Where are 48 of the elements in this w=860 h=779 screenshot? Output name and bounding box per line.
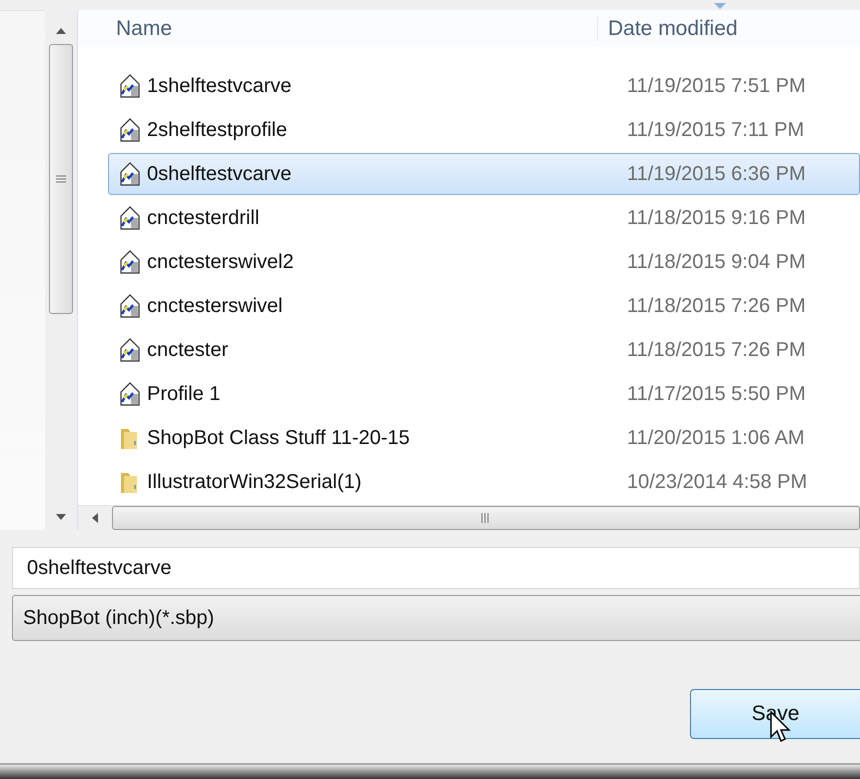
- file-name: 0shelftestvcarve: [147, 162, 292, 186]
- file-icon: [119, 382, 141, 406]
- file-row[interactable]: 1shelftestvcarve 11/19/2015 7:51 PM: [108, 65, 860, 107]
- file-row[interactable]: cnctester 11/18/2015 7:26 PM: [108, 329, 860, 371]
- date-modified: 11/19/2015 7:11 PM: [627, 118, 804, 142]
- date-modified: 11/18/2015 7:26 PM: [627, 294, 806, 318]
- file-row[interactable]: ShopBot Class Stuff 11-20-15 11/20/2015 1:06 AM: [108, 417, 860, 459]
- file-icon: [119, 206, 141, 230]
- file-row[interactable]: Profile 1 11/17/2015 5:50 PM: [108, 373, 860, 415]
- file-row[interactable]: cnctesterswivel2 11/18/2015 9:04 PM: [108, 241, 860, 283]
- date-modified: 11/18/2015 9:16 PM: [627, 206, 806, 230]
- file-row[interactable]: IllustratorWin32Serial(1) 10/23/2014 4:58 PM: [108, 461, 860, 503]
- scroll-up-icon[interactable]: [56, 28, 66, 34]
- file-icon: [119, 294, 141, 318]
- file-name: cnctesterswivel2: [147, 250, 294, 274]
- file-name: IllustratorWin32Serial(1): [147, 470, 362, 494]
- file-icon: [119, 74, 141, 98]
- file-icon: [119, 118, 141, 142]
- file-row[interactable]: 2shelftestprofile 11/19/2015 7:11 PM: [108, 109, 860, 151]
- date-modified: 11/17/2015 5:50 PM: [627, 382, 806, 406]
- file-icon: [119, 162, 141, 186]
- file-type-dropdown[interactable]: ShopBot (inch)(*.sbp): [12, 595, 860, 641]
- date-modified: 11/19/2015 6:36 PM: [627, 162, 806, 186]
- grip-icon: [481, 513, 491, 523]
- file-row[interactable]: cnctesterdrill 11/18/2015 9:16 PM: [108, 197, 860, 239]
- file-icon: [119, 338, 141, 362]
- file-name: ShopBot Class Stuff 11-20-15: [147, 426, 410, 450]
- scroll-left-icon[interactable]: [92, 513, 98, 523]
- date-modified: 11/18/2015 9:04 PM: [627, 250, 806, 274]
- file-name: 2shelftestprofile: [147, 118, 288, 142]
- date-modified: 11/18/2015 7:26 PM: [627, 338, 806, 362]
- file-row[interactable]: cnctesterswivel 11/18/2015 7:26 PM: [108, 285, 860, 327]
- file-name: Profile 1: [147, 382, 220, 406]
- date-modified: 11/19/2015 7:51 PM: [627, 74, 806, 98]
- column-header[interactable]: Date modified: [598, 16, 738, 40]
- date-modified: 11/20/2015 1:06 AM: [627, 426, 805, 450]
- file-icon: [119, 250, 141, 274]
- grip-icon: [56, 175, 66, 183]
- file-name: cnctesterswivel: [147, 294, 283, 318]
- file-name: cnctesterdrill: [147, 206, 260, 230]
- scroll-down-icon[interactable]: [56, 514, 66, 520]
- file-name: 1shelftestvcarve: [147, 74, 292, 98]
- scrollbar-thumb[interactable]: [49, 44, 73, 314]
- file-row[interactable]: 0shelftestvcarve 11/19/2015 6:36 PM: [108, 153, 860, 195]
- filename-field[interactable]: 0shelftestvcarve: [12, 547, 860, 589]
- column-header[interactable]: Name: [78, 16, 598, 40]
- file-name: cnctester: [147, 338, 228, 362]
- date-modified: 10/23/2014 4:58 PM: [627, 470, 808, 494]
